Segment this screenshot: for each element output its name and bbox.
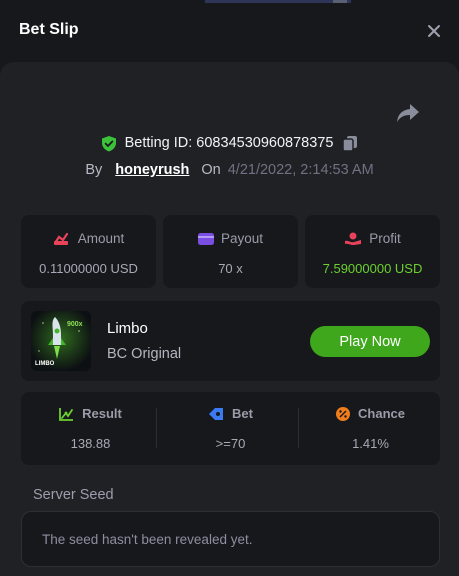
betting-id-row: Betting ID: 60834530960878375 (0, 133, 459, 153)
bet-tag-icon (209, 407, 224, 420)
by-label: By (85, 162, 103, 178)
bet-column: Bet >=70 (161, 392, 300, 465)
payout-label: Payout (220, 231, 264, 246)
bet-slip-header: Bet Slip (0, 0, 459, 62)
thumbnail-badge: 900x (67, 321, 83, 328)
play-now-button[interactable]: Play Now (310, 326, 430, 357)
amount-label: Amount (77, 231, 125, 246)
chance-value: 1.41% (352, 436, 389, 451)
bet-label: Bet (232, 406, 253, 421)
server-seed-text: The seed hasn't been revealed yet. (42, 532, 253, 547)
close-icon[interactable] (426, 23, 442, 39)
result-label: Result (82, 406, 122, 421)
result-column: Result 138.88 (21, 392, 160, 465)
result-panel: Result 138.88 Bet >=70 Chance 1.41% (21, 392, 440, 465)
percent-icon (336, 406, 351, 421)
stat-profit: Profit 7.59000000 USD (305, 215, 440, 288)
amount-icon (53, 232, 68, 245)
game-name: Limbo (107, 320, 148, 337)
column-divider (156, 408, 157, 448)
profit-label: Profit (369, 231, 401, 246)
result-value: 138.88 (70, 436, 111, 451)
thumbnail-caption: LIMBO (35, 361, 55, 367)
bet-date: 4/21/2022, 2:14:53 AM (227, 162, 374, 178)
game-card: 900x LIMBO Limbo BC Original Play Now (21, 301, 440, 381)
server-seed-field[interactable]: The seed hasn't been revealed yet. (21, 511, 440, 567)
on-label: On (201, 162, 221, 178)
betting-id: Betting ID: 60834530960878375 (124, 135, 334, 151)
shield-check-icon (101, 135, 116, 151)
profit-value: 7.59000000 USD (322, 261, 423, 276)
profit-icon (345, 232, 362, 245)
bet-value: >=70 (215, 436, 246, 451)
share-icon[interactable] (396, 102, 420, 124)
chart-icon (59, 407, 74, 421)
column-divider (298, 408, 299, 448)
server-seed-label: Server Seed (33, 487, 114, 503)
amount-value: 0.11000000 USD (39, 261, 138, 276)
game-subtitle: BC Original (107, 346, 182, 362)
payout-value: 70 x (218, 261, 243, 276)
wallet-icon (197, 232, 214, 245)
username-link[interactable]: honeyrush (115, 162, 189, 178)
chance-label: Chance (358, 406, 405, 421)
stat-amount: Amount 0.11000000 USD (21, 215, 156, 288)
bet-owner-row: By honeyrush On 4/21/2022, 2:14:53 AM (0, 160, 459, 180)
stat-payout: Payout 70 x (163, 215, 298, 288)
copy-icon[interactable] (342, 135, 358, 152)
game-thumbnail[interactable]: 900x LIMBO (31, 311, 91, 371)
chance-column: Chance 1.41% (301, 392, 440, 465)
page-title: Bet Slip (19, 21, 79, 38)
